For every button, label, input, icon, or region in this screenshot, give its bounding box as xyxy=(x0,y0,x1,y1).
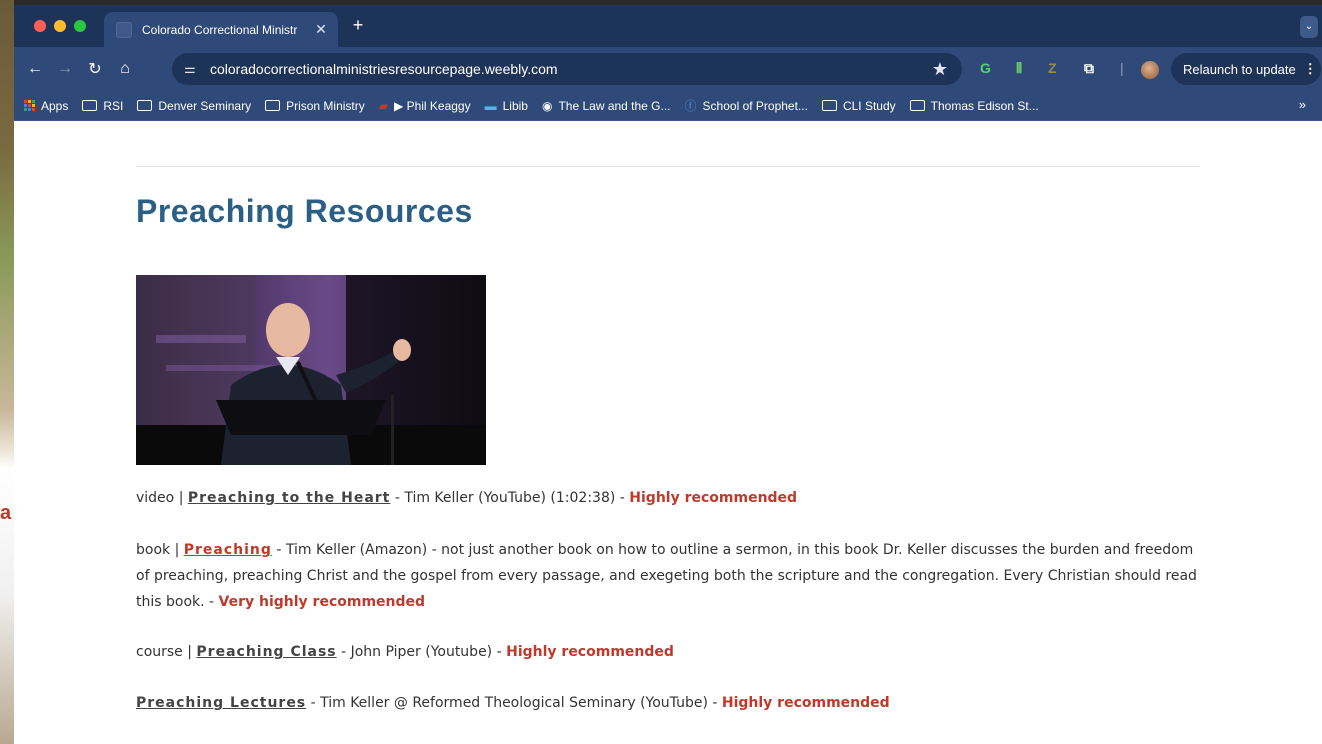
grammarly-extension-icon[interactable]: G xyxy=(980,60,991,76)
resource-description: - Tim Keller @ Reformed Theological Semi… xyxy=(306,695,722,711)
folder-icon xyxy=(82,100,98,111)
tab-active[interactable]: Colorado Correctional Ministr ✕ xyxy=(104,12,338,47)
recommendation-label: Highly recommended xyxy=(721,695,890,711)
bookmark-label: CLI Study xyxy=(842,98,896,113)
bookmark-law-and-gospel[interactable]: ◉ The Law and the G... xyxy=(542,99,671,113)
folder-icon xyxy=(909,100,925,111)
toolbar: ← → ↻ ⌂ ⚌ coloradocorrectionalministries… xyxy=(14,47,1322,91)
libib-favicon-icon: ▬ xyxy=(484,98,497,113)
page-title: Preaching Resources xyxy=(136,193,473,229)
folder-icon xyxy=(265,100,281,111)
bookmark-school-of-prophets[interactable]: ⓕ School of Prophet... xyxy=(685,97,808,114)
tab-search-chevron-icon[interactable]: ⌄ xyxy=(1300,16,1318,38)
resource-description: - Tim Keller (YouTube) (1:02:38) - xyxy=(390,490,630,506)
site-info-icon[interactable]: ⚌ xyxy=(184,61,202,77)
resource-type: book | xyxy=(136,542,184,558)
resource-type: video | xyxy=(136,490,188,506)
recommendation-label: Highly recommended xyxy=(629,490,798,506)
home-icon[interactable]: ⌂ xyxy=(110,60,140,78)
bookmark-star-icon[interactable]: ★ xyxy=(932,59,948,80)
new-tab-button[interactable]: + xyxy=(346,15,370,36)
bookmark-thomas-edison[interactable]: Thomas Edison St... xyxy=(909,98,1039,113)
facebook-favicon-icon: ⓕ xyxy=(684,99,697,113)
youtube-favicon-icon: ▰ xyxy=(378,98,388,113)
tab-title: Colorado Correctional Ministr xyxy=(142,22,298,37)
relaunch-label: Relaunch to update xyxy=(1183,61,1296,77)
relaunch-button[interactable]: Relaunch to update ⋮ xyxy=(1171,53,1321,85)
window-controls xyxy=(34,20,86,32)
page-content: Preaching Resources video | Preaching to… xyxy=(14,121,1322,744)
resource-item-course: course | Preaching Class - John Piper (Y… xyxy=(136,639,1206,665)
resource-item-book: book | Preaching - Tim Keller (Amazon) -… xyxy=(136,537,1206,615)
close-window-button[interactable] xyxy=(34,20,46,32)
bookmark-label: School of Prophet... xyxy=(702,98,808,113)
desktop-letter: a xyxy=(0,502,12,524)
resource-type: course | xyxy=(136,644,197,660)
preaching-class-link[interactable]: Preaching Class xyxy=(196,644,336,660)
resource-item-lectures: Preaching Lectures - Tim Keller @ Reform… xyxy=(136,690,1206,716)
preaching-lectures-link[interactable]: Preaching Lectures xyxy=(136,695,306,711)
extension-icon[interactable]: ⦀ xyxy=(1016,60,1022,77)
divider xyxy=(136,166,1200,167)
tab-strip: Colorado Correctional Ministr ✕ + ⌄ xyxy=(14,5,1322,47)
bookmark-cli-study[interactable]: CLI Study xyxy=(821,98,896,113)
zoom-window-button[interactable] xyxy=(74,20,86,32)
bookmark-label: Thomas Edison St... xyxy=(930,98,1039,113)
resource-item-video: video | Preaching to the Heart - Tim Kel… xyxy=(136,485,1206,511)
toolbar-divider: | xyxy=(1120,60,1124,76)
url-text[interactable]: coloradocorrectionalministriesresourcepa… xyxy=(210,61,932,77)
bookmark-label: The Law and the G... xyxy=(558,98,671,113)
menu-dots-icon[interactable]: ⋮ xyxy=(1304,61,1317,77)
bookmark-label: Denver Seminary xyxy=(158,98,252,113)
bookmark-label: RSI xyxy=(103,98,124,113)
zotero-extension-icon[interactable]: Z xyxy=(1048,60,1057,76)
bookmark-phil-keaggy[interactable]: ▰ ▶ Phil Keaggy xyxy=(379,99,471,113)
site-favicon-icon xyxy=(116,21,132,38)
bookmark-label: Libib xyxy=(502,98,528,113)
recommendation-label: Very highly recommended xyxy=(218,594,426,610)
forward-arrow-icon[interactable]: → xyxy=(50,60,80,78)
globe-icon: ◉ xyxy=(541,98,553,113)
folder-icon xyxy=(821,100,837,111)
bookmark-label: ▶ Phil Keaggy xyxy=(394,98,471,113)
bookmark-rsi[interactable]: RSI xyxy=(82,99,123,113)
bookmarks-bar: Apps RSI Denver Seminary Prison Ministry… xyxy=(14,91,1322,121)
bookmarks-overflow-icon[interactable]: » xyxy=(1299,97,1306,112)
bookmark-libib[interactable]: ▬ Libib xyxy=(485,99,528,113)
minimize-window-button[interactable] xyxy=(54,20,66,32)
speaker-photo[interactable] xyxy=(136,275,486,465)
bookmark-prison-ministry[interactable]: Prison Ministry xyxy=(265,99,365,113)
preaching-to-the-heart-link[interactable]: Preaching to the Heart xyxy=(188,490,391,506)
bookmark-apps[interactable]: Apps xyxy=(24,99,68,113)
apps-grid-icon xyxy=(24,100,35,111)
profile-avatar[interactable] xyxy=(1141,61,1159,79)
bookmark-label: Prison Ministry xyxy=(286,98,365,113)
extensions-puzzle-icon[interactable]: ⧉ xyxy=(1084,60,1094,77)
tab-close-icon[interactable]: ✕ xyxy=(310,21,332,38)
bookmark-denver-seminary[interactable]: Denver Seminary xyxy=(137,99,251,113)
desktop-background: a xyxy=(0,0,14,744)
browser-window: Colorado Correctional Ministr ✕ + ⌄ ← → … xyxy=(14,5,1322,744)
reload-icon[interactable]: ↻ xyxy=(80,59,110,79)
address-bar[interactable]: ⚌ coloradocorrectionalministriesresource… xyxy=(172,53,962,85)
preaching-book-link[interactable]: Preaching xyxy=(184,542,272,558)
folder-icon xyxy=(137,100,153,111)
bookmark-label: Apps xyxy=(41,98,69,113)
recommendation-label: Highly recommended xyxy=(506,644,674,660)
resource-description: - John Piper (Youtube) - xyxy=(336,644,507,660)
back-arrow-icon[interactable]: ← xyxy=(20,60,50,78)
